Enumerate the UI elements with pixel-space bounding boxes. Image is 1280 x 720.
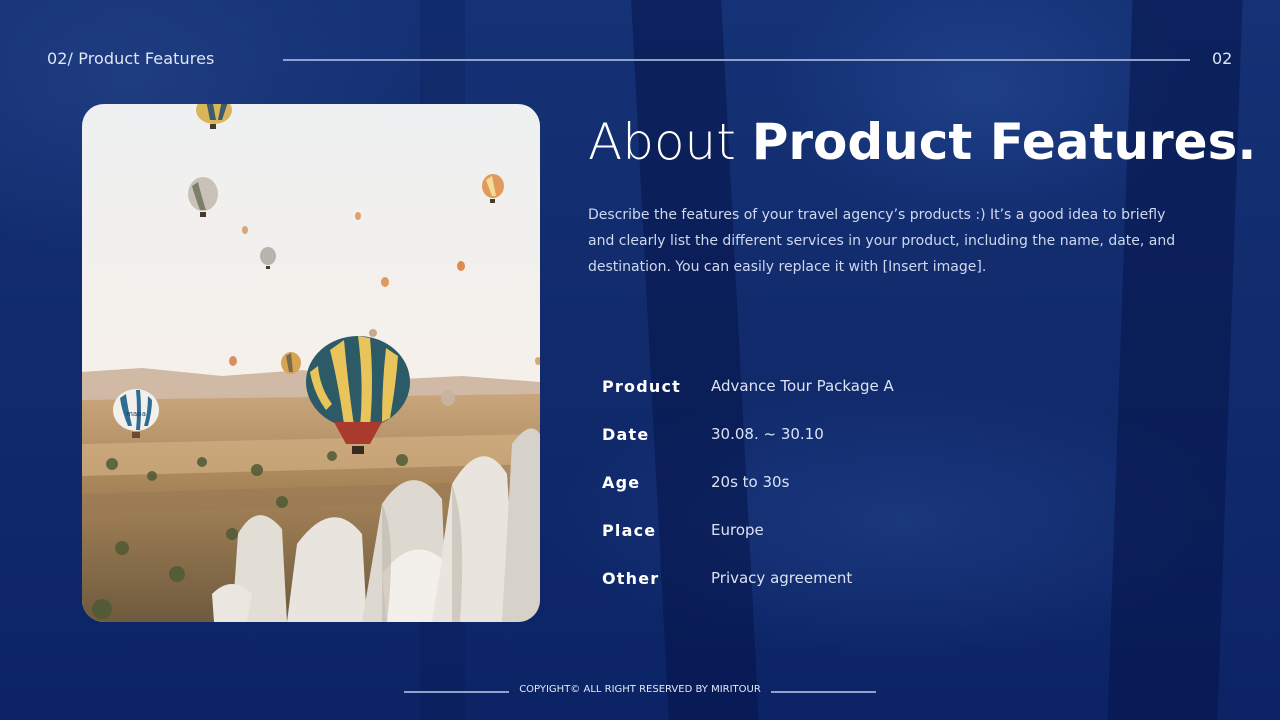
title-bold: Product Features. <box>751 113 1257 171</box>
page-title: About Product Features. <box>588 112 1256 172</box>
product-photo: mapa <box>82 104 540 622</box>
spec-label: Place <box>602 520 657 540</box>
spec-value: Advance Tour Package A <box>711 377 894 395</box>
background-shadow <box>1107 0 1243 720</box>
spec-row-product: Product Advance Tour Package A <box>602 362 1162 410</box>
section-label: 02/ Product Features <box>47 49 215 68</box>
title-light: About <box>588 113 736 171</box>
footer-divider-right <box>771 691 876 693</box>
spec-row-place: Place Europe <box>602 506 1162 554</box>
header-divider <box>283 59 1190 61</box>
spec-value: 30.08. ~ 30.10 <box>711 425 824 443</box>
footer-copyright: COPYIGHT© ALL RIGHT RESERVED BY MIRITOUR <box>519 684 761 695</box>
spec-row-other: Other Privacy agreement <box>602 554 1162 602</box>
spec-label: Product <box>602 376 681 396</box>
description-text: Describe the features of your travel age… <box>588 207 1176 275</box>
footer-divider-left <box>404 691 509 693</box>
balloon-text: mapa <box>126 410 146 418</box>
spec-value: Europe <box>711 521 764 539</box>
page-number: 02 <box>1212 49 1233 68</box>
spec-value: 20s to 30s <box>711 473 790 491</box>
spec-value: Privacy agreement <box>711 569 853 587</box>
spec-label: Date <box>602 424 650 444</box>
spec-row-date: Date 30.08. ~ 30.10 <box>602 410 1162 458</box>
spec-table: Product Advance Tour Package A Date 30.0… <box>602 362 1162 602</box>
spec-label: Age <box>602 472 641 492</box>
spec-label: Other <box>602 568 660 588</box>
background-shadow <box>631 0 759 720</box>
spec-row-age: Age 20s to 30s <box>602 458 1162 506</box>
